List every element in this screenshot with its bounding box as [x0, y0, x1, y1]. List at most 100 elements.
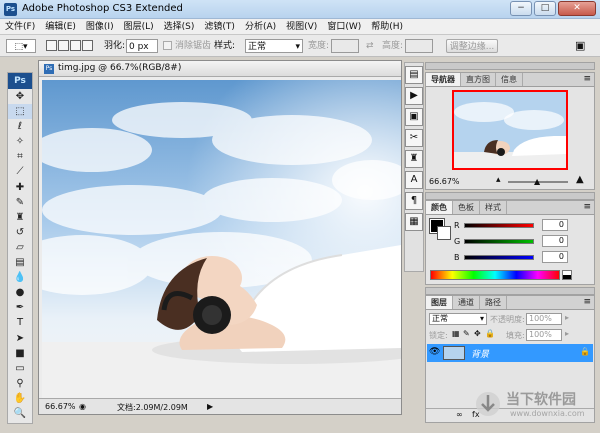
menu-view[interactable]: 视图(V) [281, 19, 322, 34]
status-arrow-icon[interactable]: ▶ [207, 402, 213, 411]
clone-stamp-icon[interactable]: ♜ [8, 210, 32, 225]
refine-edge-button[interactable]: 调整边缘... [446, 39, 498, 53]
menu-edit[interactable]: 编辑(E) [40, 19, 81, 34]
subtract-selection-icon[interactable] [70, 40, 81, 51]
magic-wand-icon[interactable]: ✧ [8, 134, 32, 149]
image-canvas[interactable] [42, 80, 401, 398]
brushes-panel-icon[interactable]: ✂ [405, 129, 423, 147]
menu-analysis[interactable]: 分析(A) [240, 19, 281, 34]
tab-styles[interactable]: 样式 [480, 201, 507, 214]
document-tab[interactable]: Ps timg.jpg @ 66.7%(RGB/8#) [39, 61, 401, 77]
height-input[interactable] [405, 39, 433, 53]
blend-mode-select[interactable]: 正常 ▾ [429, 313, 487, 325]
link-layers-icon[interactable]: ∞ [456, 410, 463, 419]
new-selection-icon[interactable] [46, 40, 57, 51]
add-selection-icon[interactable] [58, 40, 69, 51]
menu-filter[interactable]: 滤镜(T) [199, 19, 240, 34]
lock-all-icon[interactable]: 🔒 [485, 329, 495, 338]
crop-icon[interactable]: ⌗ [8, 149, 32, 164]
pen-icon[interactable]: ✒ [8, 300, 32, 315]
tool-presets-icon[interactable]: ▣ [405, 108, 423, 126]
actions-panel-icon[interactable]: ▶ [405, 87, 423, 105]
eraser-icon[interactable]: ▱ [8, 240, 32, 255]
swap-icon[interactable]: ⇄ [366, 39, 374, 53]
minimize-button[interactable]: − [510, 1, 532, 16]
antialias-checkbox[interactable] [163, 41, 172, 50]
menu-window[interactable]: 窗口(W) [322, 19, 366, 34]
eyedropper-icon[interactable]: ⚲ [8, 376, 32, 391]
tab-swatches[interactable]: 色板 [453, 201, 480, 214]
blur-icon[interactable]: 💧 [8, 270, 32, 285]
history-panel-icon[interactable]: ▤ [405, 66, 423, 84]
intersect-selection-icon[interactable] [82, 40, 93, 51]
zoom-icon[interactable]: 🔍 [8, 406, 32, 421]
opacity-arrow-icon[interactable]: ▸ [565, 313, 569, 322]
navigator-zoom-value[interactable]: 66.67% [429, 177, 460, 186]
tab-navigator[interactable]: 导航器 [426, 73, 461, 86]
background-color-swatch[interactable] [437, 226, 451, 240]
lasso-icon[interactable]: ℓ [8, 119, 32, 134]
black-white-swatch[interactable] [562, 270, 572, 280]
tab-layers[interactable]: 图层 [426, 296, 453, 309]
panel-menu-icon[interactable]: ≡ [583, 296, 591, 309]
workspace-icon[interactable]: ▣ [575, 39, 585, 53]
character-panel-icon[interactable]: A [405, 171, 423, 189]
lock-image-icon[interactable]: ✎ [463, 329, 470, 338]
panel-menu-icon[interactable]: ≡ [583, 201, 591, 214]
hand-icon[interactable]: ✋ [8, 391, 32, 406]
feather-input[interactable]: 0 px [126, 39, 158, 53]
tab-histogram[interactable]: 直方图 [461, 73, 496, 86]
navigator-preview[interactable] [452, 90, 568, 170]
gradient-icon[interactable]: ▤ [8, 255, 32, 270]
fill-arrow-icon[interactable]: ▸ [565, 329, 569, 338]
brush-icon[interactable]: ✎ [8, 195, 32, 210]
menu-file[interactable]: 文件(F) [0, 19, 40, 34]
lock-position-icon[interactable]: ✥ [474, 329, 481, 338]
eye-visibility-icon[interactable]: 👁 [429, 347, 440, 357]
zoom-level[interactable]: 66.67% [45, 402, 76, 411]
red-slider[interactable] [464, 222, 534, 228]
menu-image[interactable]: 图像(I) [81, 19, 119, 34]
menu-layer[interactable]: 图层(L) [119, 19, 159, 34]
marquee-icon[interactable]: ⬚ [8, 104, 32, 120]
tool-preset-picker[interactable]: ⬚▾ [6, 39, 36, 53]
layer-row-background[interactable]: 👁 背景 🔒 [427, 344, 593, 362]
status-menu-icon[interactable]: ◉ [79, 402, 86, 411]
tab-info[interactable]: 信息 [496, 73, 523, 86]
blue-value[interactable]: 0 [542, 251, 568, 263]
paragraph-panel-icon[interactable]: ¶ [405, 192, 423, 210]
tab-color[interactable]: 颜色 [426, 201, 453, 214]
zoom-slider-thumb[interactable]: ▲ [534, 177, 540, 186]
tab-channels[interactable]: 通道 [453, 296, 480, 309]
close-button[interactable]: ✕ [558, 1, 596, 16]
panel-menu-icon[interactable]: ≡ [583, 73, 591, 86]
maximize-button[interactable]: □ [534, 1, 556, 16]
healing-icon[interactable]: ✚ [8, 180, 32, 195]
green-slider[interactable] [464, 238, 534, 244]
menu-select[interactable]: 选择(S) [159, 19, 200, 34]
shape-icon[interactable]: ■ [8, 346, 32, 361]
dodge-icon[interactable]: ● [8, 285, 32, 300]
color-spectrum-bar[interactable] [430, 270, 560, 280]
photoshop-logo: Ps [8, 73, 32, 89]
notes-icon[interactable]: ▭ [8, 361, 32, 376]
zoom-out-icon[interactable]: ▴ [496, 175, 501, 185]
clone-source-icon[interactable]: ♜ [405, 150, 423, 168]
style-select[interactable]: 正常 ▾ [245, 39, 303, 53]
tab-paths[interactable]: 路径 [480, 296, 507, 309]
opacity-input[interactable]: 100% [526, 313, 562, 325]
move-icon[interactable]: ✥ [8, 89, 32, 104]
path-select-icon[interactable]: ➤ [8, 331, 32, 346]
layer-comps-icon[interactable]: ▦ [405, 213, 423, 231]
fill-input[interactable]: 100% [526, 329, 562, 341]
zoom-in-icon[interactable]: ▲ [576, 174, 584, 185]
blue-slider[interactable] [464, 254, 534, 260]
green-value[interactable]: 0 [542, 235, 568, 247]
lock-transparency-icon[interactable]: ▦ [452, 329, 460, 338]
history-brush-icon[interactable]: ↺ [8, 225, 32, 240]
red-value[interactable]: 0 [542, 219, 568, 231]
type-icon[interactable]: T [8, 315, 32, 330]
slice-icon[interactable]: ⟋ [8, 164, 32, 179]
width-input[interactable] [331, 39, 359, 53]
menu-help[interactable]: 帮助(H) [366, 19, 408, 34]
